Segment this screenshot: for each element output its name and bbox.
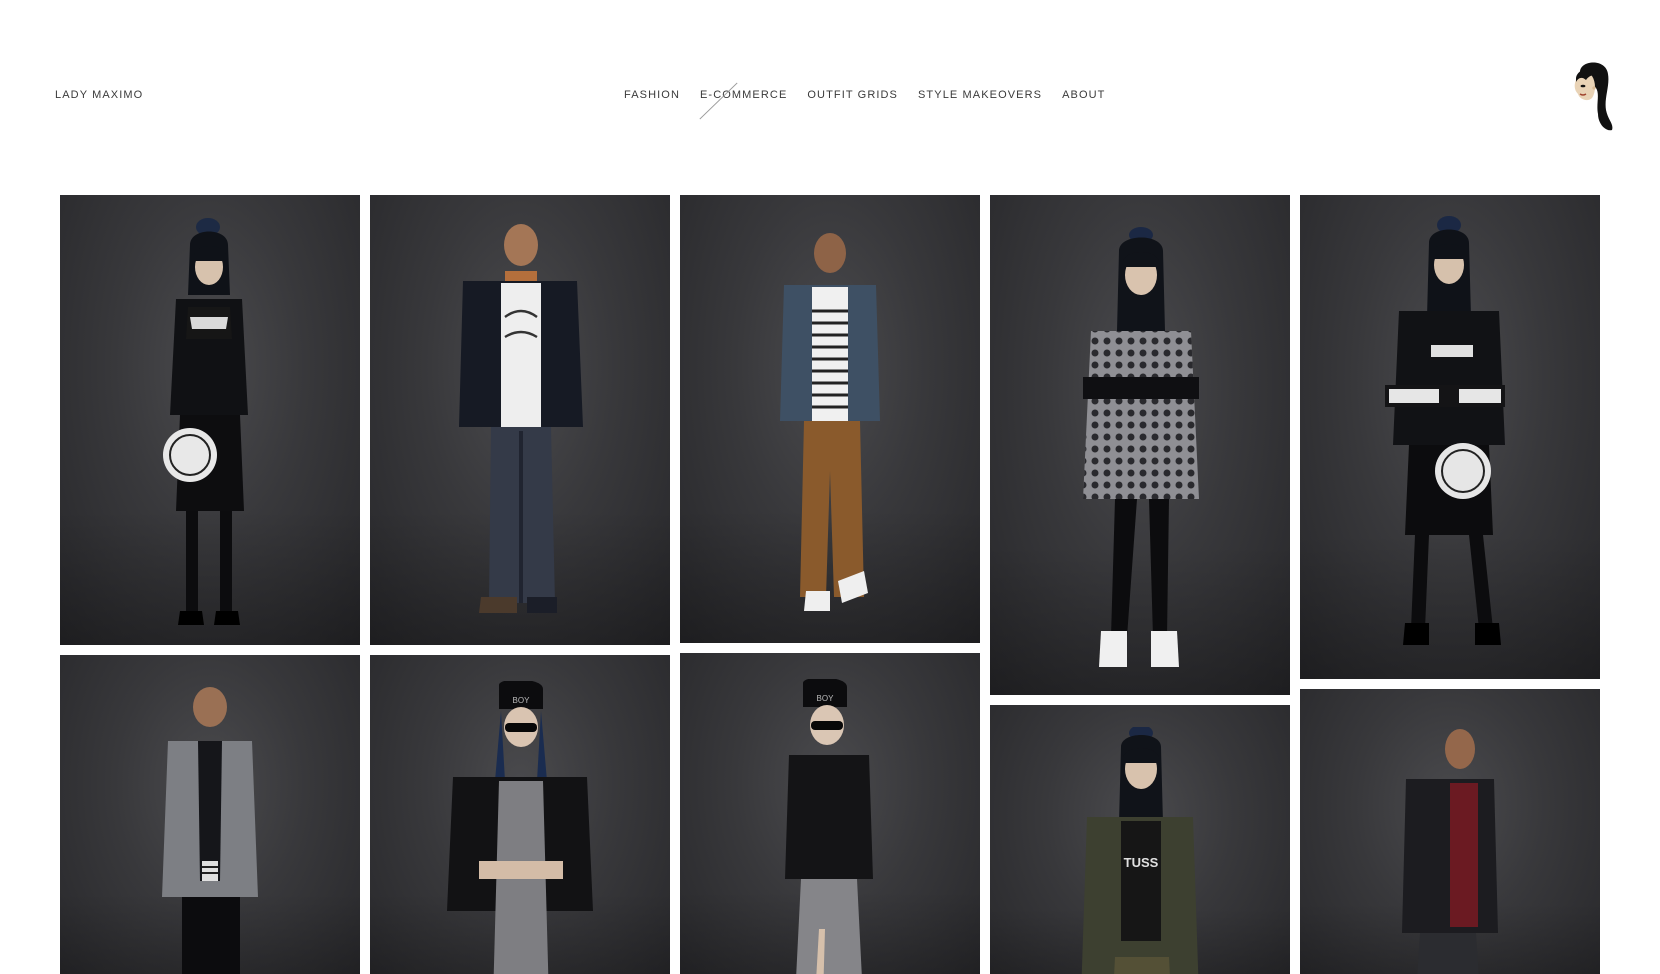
model-woman-figure: BOY [447, 681, 593, 974]
model-woman-figure: BOY [785, 679, 873, 974]
nav-e-commerce[interactable]: E-COMMERCE [699, 82, 788, 120]
model-man-figure [459, 224, 583, 613]
nav-e-commerce-label: E-COMMERCE [700, 89, 788, 101]
model-woman-figure [1385, 216, 1505, 645]
model-man-figure [780, 233, 880, 611]
nav-style-makeovers[interactable]: STYLE MAKEOVERS [918, 89, 1042, 101]
gallery-tile-look-05[interactable] [1300, 195, 1600, 679]
nav-about[interactable]: ABOUT [1062, 89, 1105, 101]
gallery-tile-look-10[interactable] [1300, 689, 1600, 974]
model-woman-figure [1083, 227, 1199, 667]
gallery-tile-look-04[interactable] [990, 195, 1290, 695]
gallery-tile-look-03[interactable] [680, 195, 980, 643]
gallery-tile-look-01[interactable] [60, 195, 360, 645]
svg-text:TUSS: TUSS [1124, 855, 1159, 870]
nav-fashion[interactable]: FASHION [624, 89, 680, 101]
model-man-figure [162, 687, 258, 974]
svg-text:BOY: BOY [513, 696, 531, 705]
site-title-link[interactable]: LADY MAXIMO [55, 89, 143, 101]
main-navigation: FASHION E-COMMERCE OUTFIT GRIDS STYLE MA… [624, 82, 1106, 120]
gallery-tile-look-06[interactable] [60, 655, 360, 974]
model-man-figure [1402, 729, 1498, 974]
model-woman-figure [163, 218, 248, 625]
page: LADY MAXIMO FASHION E-COMMERCE OUTFIT GR… [0, 0, 1660, 974]
gallery-tile-look-07[interactable]: BOY [370, 655, 670, 974]
gallery-tile-look-02[interactable] [370, 195, 670, 645]
product-gallery: BOY BOY TUSS [60, 195, 1602, 974]
lady-maximo-avatar-icon[interactable] [1566, 58, 1618, 132]
model-woman-figure: TUSS [1081, 727, 1199, 974]
svg-text:BOY: BOY [817, 694, 835, 703]
gallery-tile-look-09[interactable]: TUSS [990, 705, 1290, 974]
nav-outfit-grids[interactable]: OUTFIT GRIDS [807, 89, 898, 101]
gallery-tile-look-08[interactable]: BOY [680, 653, 980, 974]
